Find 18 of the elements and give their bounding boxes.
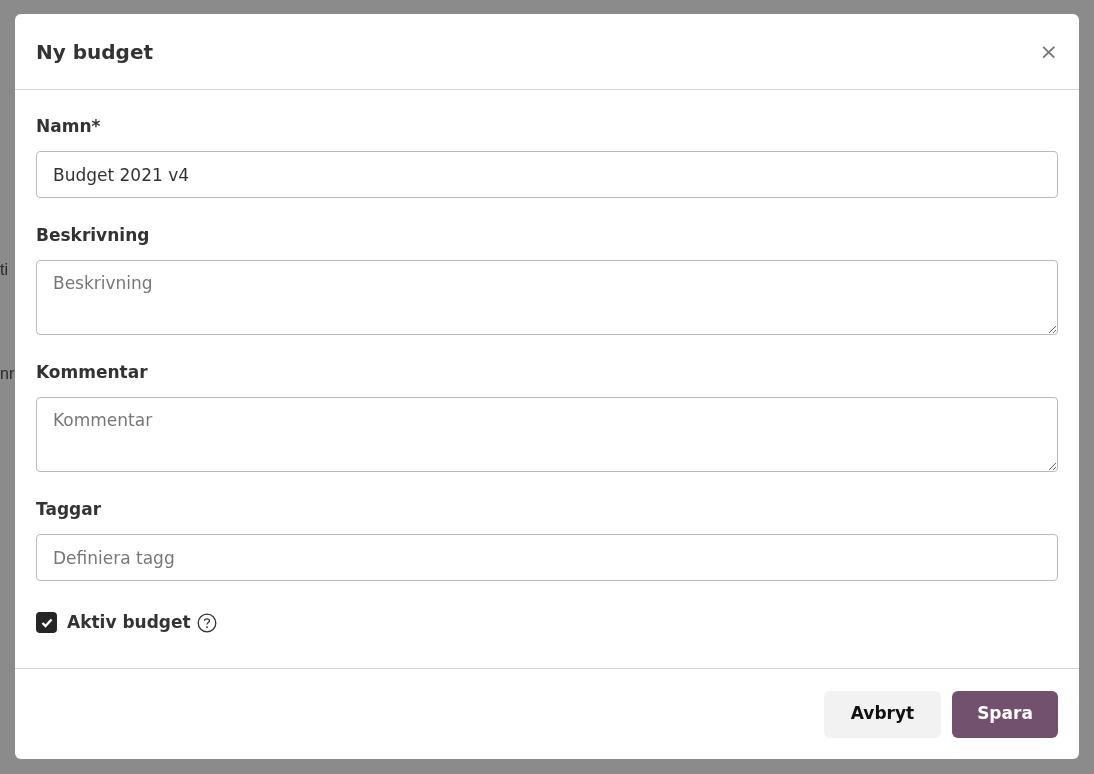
- background-text: ti: [0, 260, 8, 280]
- field-label: Namn*: [36, 116, 102, 136]
- help-icon[interactable]: [196, 612, 217, 633]
- field-label: Beskrivning: [36, 225, 151, 245]
- check-icon: [40, 617, 53, 628]
- field-label: Taggar: [36, 499, 103, 519]
- close-button[interactable]: ×: [1039, 40, 1058, 63]
- text-area[interactable]: Beskrivning: [36, 260, 1058, 335]
- input-field[interactable]: Definiera tagg: [36, 534, 1058, 581]
- checkbox-label: Aktiv budget: [67, 611, 191, 634]
- background-text: nr: [0, 364, 15, 384]
- input-field[interactable]: Budget 2021 v4: [36, 151, 1058, 198]
- field-label: Kommentar: [36, 362, 149, 382]
- text-area[interactable]: Kommentar: [36, 397, 1058, 472]
- dialog-title: Ny budget: [36, 38, 154, 66]
- save-button[interactable]: Spara: [952, 690, 1058, 738]
- cancel-button[interactable]: Avbryt: [824, 690, 941, 738]
- checkbox[interactable]: [36, 612, 57, 634]
